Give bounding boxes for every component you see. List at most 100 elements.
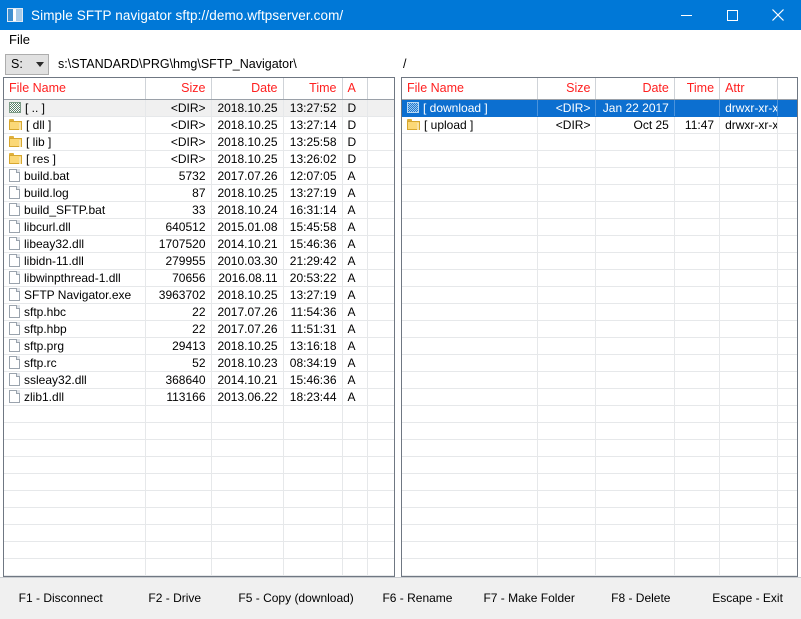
table-row-empty[interactable] <box>402 218 797 236</box>
table-row-empty[interactable] <box>4 541 394 559</box>
cell-file-name: libeay32.dll <box>4 235 146 253</box>
table-row[interactable]: [ lib ] <DIR> 2018.10.25 13:25:58 D <box>4 133 394 151</box>
column-header-date[interactable]: Date <box>211 78 284 100</box>
cell-file-name: zlib1.dll <box>4 388 146 406</box>
table-row-empty[interactable] <box>402 354 797 372</box>
table-row-empty[interactable] <box>4 439 394 457</box>
table-row-empty[interactable] <box>402 473 797 491</box>
table-row-empty[interactable] <box>402 337 797 355</box>
table-row[interactable]: [ .. ] <DIR> 2018.10.25 13:27:52 D <box>4 99 394 117</box>
cell-empty <box>674 507 721 525</box>
table-row[interactable]: sftp.hbc 22 2017.07.26 11:54:36 A <box>4 303 394 321</box>
table-row-empty[interactable] <box>402 422 797 440</box>
table-row[interactable]: [ dll ] <DIR> 2018.10.25 13:27:14 D <box>4 116 394 134</box>
column-header-time[interactable]: Time <box>674 78 721 100</box>
table-row[interactable]: libwinpthread-1.dll 70656 2016.08.11 20:53:… <box>4 269 394 287</box>
cell-time: 16:31:14 <box>283 201 343 219</box>
cell-file-name: libcurl.dll <box>4 218 146 236</box>
table-row[interactable]: [ download ] <DIR> Jan 22 2017 drwxr-xr-x <box>402 99 797 117</box>
function-key-f7[interactable]: F7 - Make Folder <box>471 591 588 605</box>
table-row[interactable]: [ res ] <DIR> 2018.10.25 13:26:02 D <box>4 150 394 168</box>
table-row-empty[interactable] <box>4 422 394 440</box>
table-row-empty[interactable] <box>402 167 797 185</box>
close-button[interactable] <box>755 0 801 30</box>
table-row[interactable]: sftp.hbp 22 2017.07.26 11:51:31 A <box>4 320 394 338</box>
table-row[interactable]: libidn-11.dll 279955 2010.03.30 21:29:42 A <box>4 252 394 270</box>
table-row[interactable]: sftp.rc 52 2018.10.23 08:34:19 A <box>4 354 394 372</box>
table-row-empty[interactable] <box>4 405 394 423</box>
function-key-f2[interactable]: F2 - Drive <box>121 591 228 605</box>
function-key-escape[interactable]: Escape - Exit <box>694 591 801 605</box>
cell-empty <box>674 218 721 236</box>
menu-item-file[interactable]: File <box>0 30 39 50</box>
table-row-empty[interactable] <box>402 541 797 559</box>
table-row[interactable]: libeay32.dll 1707520 2014.10.21 15:46:36 A <box>4 235 394 253</box>
column-header-size[interactable]: Size <box>537 78 597 100</box>
function-key-f8[interactable]: F8 - Delete <box>587 591 694 605</box>
column-header-time[interactable]: Time <box>283 78 343 100</box>
table-row-empty[interactable] <box>402 201 797 219</box>
cell-empty <box>595 150 675 168</box>
column-header-blank[interactable] <box>367 78 394 100</box>
column-header-date[interactable]: Date <box>595 78 675 100</box>
function-key-f5[interactable]: F5 - Copy (download) <box>228 591 364 605</box>
column-header-size[interactable]: Size <box>145 78 212 100</box>
table-row[interactable]: SFTP Navigator.exe 3963702 2018.10.25 13:27… <box>4 286 394 304</box>
table-row-empty[interactable] <box>402 507 797 525</box>
function-key-f6[interactable]: F6 - Rename <box>364 591 471 605</box>
table-row-empty[interactable] <box>402 320 797 338</box>
table-row-empty[interactable] <box>402 371 797 389</box>
table-row[interactable]: build_SFTP.bat 33 2018.10.24 16:31:14 A <box>4 201 394 219</box>
window-title: Simple SFTP navigator sftp://demo.wftpse… <box>31 7 344 23</box>
table-row-empty[interactable] <box>402 388 797 406</box>
table-row-empty[interactable] <box>402 439 797 457</box>
table-row-empty[interactable] <box>4 456 394 474</box>
table-row[interactable]: build.bat 5732 2017.07.26 12:07:05 A <box>4 167 394 185</box>
column-header-attr[interactable]: Attr <box>719 78 779 100</box>
table-row-empty[interactable] <box>402 150 797 168</box>
local-path-label: s:\STANDARD\PRG\hmg\SFTP_Navigator\ <box>58 57 297 71</box>
cell-empty <box>283 490 343 508</box>
remote-file-pane[interactable]: File Name Size Date Time Attr [ download ] <D… <box>401 77 798 577</box>
file-name-label: zlib1.dll <box>24 389 65 404</box>
table-row-empty[interactable] <box>4 473 394 491</box>
local-file-pane[interactable]: File Name Size Date Time A [ .. ] <DIR> 2018.1… <box>3 77 395 577</box>
table-row-empty[interactable] <box>402 252 797 270</box>
cell-time: 13:27:14 <box>283 116 343 134</box>
column-header-a[interactable]: A <box>342 78 368 100</box>
table-row-empty[interactable] <box>402 524 797 542</box>
table-row-empty[interactable] <box>402 456 797 474</box>
cell-empty <box>402 286 539 304</box>
table-row-empty[interactable] <box>402 286 797 304</box>
table-row[interactable]: ssleay32.dll 368640 2014.10.21 15:46:36 A <box>4 371 394 389</box>
table-row-empty[interactable] <box>4 490 394 508</box>
table-row[interactable]: zlib1.dll 113166 2013.06.22 18:23:44 A <box>4 388 394 406</box>
cell-blank <box>367 252 394 270</box>
table-row-empty[interactable] <box>402 269 797 287</box>
column-header-file-name[interactable]: File Name <box>4 78 146 100</box>
cell-empty <box>402 388 539 406</box>
table-row-empty[interactable] <box>402 235 797 253</box>
table-row-empty[interactable] <box>402 405 797 423</box>
cell-attr: drwxr-xr-x <box>719 99 779 117</box>
function-key-f1[interactable]: F1 - Disconnect <box>0 591 121 605</box>
table-row-empty[interactable] <box>402 490 797 508</box>
minimize-button[interactable] <box>663 0 709 30</box>
table-row-empty[interactable] <box>4 524 394 542</box>
table-row[interactable]: [ upload ] <DIR> Oct 25 11:47 drwxr-xr-x <box>402 116 797 134</box>
table-row-empty[interactable] <box>402 184 797 202</box>
table-row-empty[interactable] <box>402 133 797 151</box>
table-row[interactable]: sftp.prg 29413 2018.10.25 13:16:18 A <box>4 337 394 355</box>
column-header-file-name[interactable]: File Name <box>402 78 539 100</box>
column-header-blank[interactable] <box>777 78 797 100</box>
cell-empty <box>402 541 539 559</box>
table-row[interactable]: build.log 87 2018.10.25 13:27:19 A <box>4 184 394 202</box>
drive-select[interactable]: S: <box>5 53 49 75</box>
table-row-empty[interactable] <box>402 558 797 576</box>
table-row-empty[interactable] <box>402 303 797 321</box>
table-row-empty[interactable] <box>4 507 394 525</box>
cell-blank <box>367 201 394 219</box>
maximize-button[interactable] <box>709 0 755 30</box>
table-row[interactable]: libcurl.dll 640512 2015.01.08 15:45:58 A <box>4 218 394 236</box>
table-row-empty[interactable] <box>4 558 394 576</box>
